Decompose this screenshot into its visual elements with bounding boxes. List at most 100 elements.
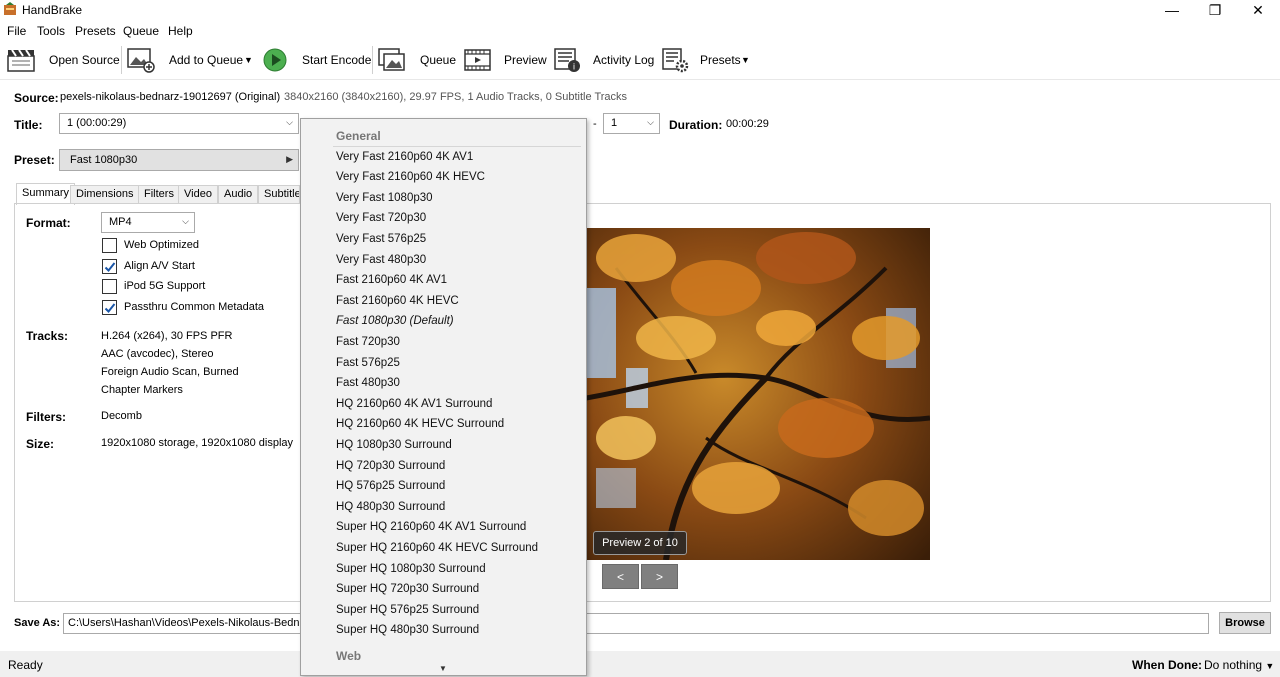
- title-label: Title:: [14, 118, 43, 132]
- preset-label: Preset:: [14, 153, 55, 167]
- preview-prev-button[interactable]: <: [602, 564, 639, 589]
- preset-menu-item[interactable]: Fast 576p25: [336, 357, 400, 369]
- preset-menu-item[interactable]: Super HQ 720p30 Surround: [336, 583, 479, 595]
- passthru-metadata-checkbox[interactable]: [102, 300, 117, 315]
- duration-value: 00:00:29: [726, 118, 769, 130]
- window-title: HandBrake: [22, 3, 83, 17]
- ipod-5g-support-checkbox[interactable]: [102, 279, 117, 294]
- activity-log-button[interactable]: Activity Log: [593, 53, 654, 67]
- preset-menu-item[interactable]: HQ 1080p30 Surround: [336, 439, 452, 451]
- minimize-button[interactable]: —: [1150, 0, 1194, 20]
- queue-button[interactable]: Queue: [420, 53, 456, 67]
- preset-menu-item[interactable]: Fast 480p30: [336, 377, 400, 389]
- preset-menu-item[interactable]: Super HQ 576p25 Surround: [336, 604, 479, 616]
- close-button[interactable]: ✕: [1236, 0, 1280, 20]
- tab-filters[interactable]: Filters: [138, 185, 180, 204]
- preset-menu-item[interactable]: Very Fast 2160p60 4K HEVC: [336, 171, 485, 183]
- menu-tools[interactable]: Tools: [37, 24, 65, 38]
- add-to-queue-icon[interactable]: [127, 47, 155, 73]
- browse-button[interactable]: Browse: [1219, 612, 1271, 634]
- preset-menu-item[interactable]: Very Fast 480p30: [336, 254, 426, 266]
- chevron-right-icon: ▶: [286, 154, 293, 164]
- preview-icon[interactable]: [464, 47, 492, 73]
- source-info: 3840x2160 (3840x2160), 29.97 FPS, 1 Audi…: [284, 91, 628, 103]
- preset-select-value: Fast 1080p30: [70, 154, 138, 166]
- ipod-5g-support-label: iPod 5G Support: [124, 280, 206, 292]
- web-optimized-checkbox[interactable]: [102, 238, 117, 253]
- align-av-start-label: Align A/V Start: [124, 260, 195, 272]
- add-to-queue-dropdown-icon[interactable]: ▼: [244, 55, 253, 65]
- status-text: Ready: [8, 658, 43, 672]
- tab-summary[interactable]: Summary: [16, 183, 76, 205]
- when-done-value: Do nothing: [1204, 658, 1263, 672]
- chevron-down-icon: ⌵: [647, 117, 654, 127]
- align-av-start-checkbox[interactable]: [102, 259, 117, 274]
- preview-button[interactable]: Preview: [504, 53, 547, 67]
- preset-menu-item[interactable]: Very Fast 1080p30: [336, 192, 433, 204]
- range-end-select[interactable]: 1 ⌵: [603, 113, 660, 134]
- tab-audio[interactable]: Audio: [218, 185, 259, 204]
- checkmark-icon: [104, 302, 115, 313]
- save-as-label: Save As:: [14, 617, 61, 629]
- track-item: Chapter Markers: [101, 384, 183, 396]
- preset-menu-item-default[interactable]: Fast 1080p30 (Default): [336, 315, 454, 327]
- add-to-queue-button[interactable]: Add to Queue: [169, 53, 243, 67]
- start-encode-icon[interactable]: [263, 48, 287, 72]
- preset-menu-item[interactable]: Very Fast 720p30: [336, 212, 426, 224]
- title-bar: [0, 0, 1280, 20]
- menu-help[interactable]: Help: [168, 24, 193, 38]
- checkmark-icon: [104, 261, 115, 272]
- preset-menu-item[interactable]: HQ 480p30 Surround: [336, 501, 445, 513]
- presets-dropdown-icon[interactable]: ▼: [741, 55, 750, 65]
- preset-menu-item[interactable]: Very Fast 2160p60 4K AV1: [336, 151, 473, 163]
- preset-menu-item[interactable]: Fast 720p30: [336, 336, 400, 348]
- preset-menu-item[interactable]: Very Fast 576p25: [336, 233, 426, 245]
- when-done-label: When Done:: [1132, 658, 1202, 672]
- range-dash: -: [593, 118, 597, 130]
- source-label: Source:: [14, 91, 59, 105]
- format-label: Format:: [26, 216, 71, 230]
- title-select[interactable]: 1 (00:00:29) ⌵: [59, 113, 299, 134]
- range-end-value: 1: [611, 117, 618, 129]
- preset-menu-item[interactable]: HQ 2160p60 4K AV1 Surround: [336, 398, 492, 410]
- clapperboard-icon[interactable]: [7, 47, 35, 73]
- preset-menu-item[interactable]: HQ 2160p60 4K HEVC Surround: [336, 418, 504, 430]
- start-encode-button[interactable]: Start Encode: [302, 53, 371, 67]
- preset-menu-item[interactable]: Fast 2160p60 4K AV1: [336, 274, 447, 286]
- queue-icon[interactable]: [378, 47, 406, 73]
- preset-menu-item[interactable]: HQ 576p25 Surround: [336, 480, 445, 492]
- toolbar-separator: [372, 46, 373, 74]
- tab-dimensions[interactable]: Dimensions: [70, 185, 140, 204]
- preset-menu-item[interactable]: Super HQ 2160p60 4K HEVC Surround: [336, 542, 538, 554]
- when-done-select[interactable]: Do nothing ▼: [1204, 658, 1274, 672]
- format-select[interactable]: MP4 ⌵: [101, 212, 195, 233]
- tab-video[interactable]: Video: [178, 185, 218, 204]
- presets-button[interactable]: Presets: [700, 53, 741, 67]
- restore-button[interactable]: ❐: [1193, 0, 1237, 20]
- preset-select[interactable]: Fast 1080p30 ▶: [59, 149, 299, 171]
- preset-menu-item[interactable]: Fast 2160p60 4K HEVC: [336, 295, 459, 307]
- preset-menu-item[interactable]: Super HQ 2160p60 4K AV1 Surround: [336, 521, 526, 533]
- source-name: pexels-nikolaus-bednarz-19012697 (Origin…: [60, 91, 281, 103]
- tracks-label: Tracks:: [26, 329, 69, 343]
- tab-subtitles[interactable]: Subtitle: [258, 185, 300, 204]
- presets-gear-icon[interactable]: [662, 47, 690, 73]
- dropdown-group-header: General: [336, 129, 381, 143]
- preset-menu-item[interactable]: HQ 720p30 Surround: [336, 460, 445, 472]
- status-bar: [0, 651, 1280, 677]
- activity-log-icon[interactable]: i: [554, 47, 582, 73]
- preset-dropdown-menu: General Very Fast 2160p60 4K AV1 Very Fa…: [300, 118, 587, 676]
- menu-file[interactable]: File: [7, 24, 26, 38]
- dropdown-group-header-web: Web: [336, 649, 362, 663]
- preview-next-button[interactable]: >: [641, 564, 678, 589]
- open-source-button[interactable]: Open Source: [49, 53, 120, 67]
- menu-presets[interactable]: Presets: [75, 24, 116, 38]
- web-optimized-label: Web Optimized: [124, 239, 199, 251]
- preset-menu-item[interactable]: Super HQ 1080p30 Surround: [336, 563, 486, 575]
- scroll-down-arrow-icon[interactable]: ▼: [439, 664, 447, 673]
- menu-queue[interactable]: Queue: [123, 24, 159, 38]
- save-as-path-input[interactable]: C:\Users\Hashan\Videos\Pexels-Nikolaus-B…: [63, 613, 1209, 634]
- toolbar-separator: [121, 46, 122, 74]
- svg-text:i: i: [573, 62, 575, 72]
- preset-menu-item[interactable]: Super HQ 480p30 Surround: [336, 624, 479, 636]
